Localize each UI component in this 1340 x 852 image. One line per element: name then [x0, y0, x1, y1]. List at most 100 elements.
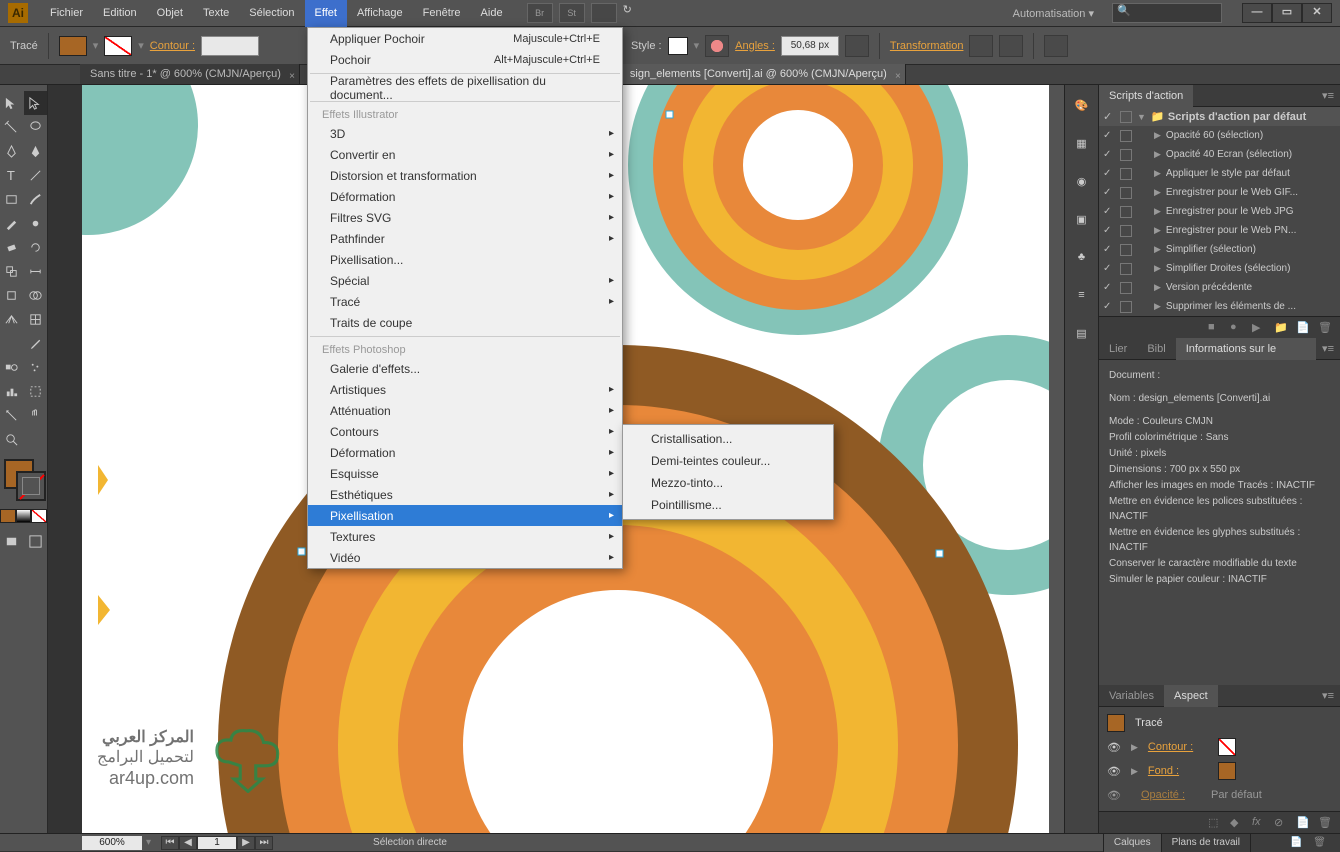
menu-window[interactable]: Fenêtre — [413, 0, 471, 27]
eraser-tool[interactable] — [0, 235, 24, 259]
opacity-icon[interactable] — [705, 35, 729, 57]
menuitem[interactable]: Galerie d'effets... — [308, 358, 622, 379]
stroke-weight-input[interactable] — [201, 36, 259, 56]
print-tiling-tool[interactable] — [24, 427, 48, 451]
stroke-link[interactable]: Contour : — [150, 40, 195, 52]
menuitem[interactable]: Convertir en▸ — [308, 144, 622, 165]
color-mode-solid[interactable] — [0, 509, 16, 523]
duplicate-icon[interactable]: 📄 — [1296, 816, 1310, 830]
width-tool[interactable] — [24, 259, 48, 283]
fill-swatch[interactable] — [59, 36, 87, 56]
perspective-grid-tool[interactable] — [0, 307, 24, 331]
menuitem[interactable]: Artistiques▸ — [308, 379, 622, 400]
pen-tool[interactable] — [0, 139, 24, 163]
stroke-panel-icon[interactable]: ♣ — [1072, 247, 1092, 267]
close-icon[interactable]: × — [289, 67, 295, 87]
symbol-sprayer-tool[interactable] — [24, 355, 48, 379]
menuitem[interactable]: Textures▸ — [308, 526, 622, 547]
opacity-link[interactable]: Opacité : — [1141, 789, 1201, 801]
line-tool[interactable] — [24, 163, 48, 187]
menu-effect[interactable]: Effet — [305, 0, 347, 27]
menu-edit[interactable]: Edition — [93, 0, 147, 27]
menuitem[interactable]: Traits de coupe — [308, 312, 622, 333]
docinfo-tab[interactable]: Informations sur le document — [1176, 338, 1316, 360]
transparency-panel-icon[interactable]: ▤ — [1072, 323, 1092, 343]
minimize-button[interactable]: — — [1242, 3, 1272, 23]
menu-text[interactable]: Texte — [193, 0, 239, 27]
action-item[interactable]: ✓▶Enregistrer pour le Web PN... — [1099, 221, 1340, 240]
direct-selection-tool[interactable] — [24, 91, 48, 115]
next-artboard-button[interactable]: ▶ — [237, 836, 255, 850]
clear-icon[interactable]: ⊘ — [1274, 816, 1288, 830]
menuitem[interactable]: Spécial▸ — [308, 270, 622, 291]
document-tab-1[interactable]: Sans titre - 1* @ 600% (CMJN/Aperçu)× — [80, 64, 300, 84]
magic-wand-tool[interactable] — [0, 115, 24, 139]
aspect-tab[interactable]: Aspect — [1164, 685, 1218, 707]
delete-icon[interactable]: 🗑 — [1318, 816, 1332, 830]
overflow-icon[interactable] — [1044, 35, 1068, 57]
menuitem[interactable]: Pathfinder▸ — [308, 228, 622, 249]
menuitem-apply-last[interactable]: Appliquer PochoirMajuscule+Ctrl+E — [308, 28, 622, 49]
menu-object[interactable]: Objet — [147, 0, 193, 27]
menuitem[interactable]: 3D▸ — [308, 123, 622, 144]
play-icon[interactable]: ▶ — [1252, 321, 1266, 335]
color-mode-gradient[interactable] — [16, 509, 32, 523]
gradient-tool[interactable] — [0, 331, 24, 355]
visibility-icon[interactable]: 👁 — [1107, 765, 1121, 778]
close-icon[interactable]: × — [895, 67, 901, 87]
submenu-item[interactable]: Mezzo-tinto... — [623, 472, 833, 494]
sync-icon[interactable]: ↻ — [623, 3, 649, 23]
type-tool[interactable]: T — [0, 163, 24, 187]
slice-tool[interactable] — [0, 403, 24, 427]
delete-icon[interactable]: 🗑 — [1318, 321, 1332, 335]
menu-view[interactable]: Affichage — [347, 0, 413, 27]
menuitem-raster-settings[interactable]: Paramètres des effets de pixellisation d… — [308, 77, 622, 98]
last-artboard-button[interactable]: ⏭ — [255, 836, 273, 850]
scale-tool[interactable] — [0, 259, 24, 283]
fond-swatch[interactable] — [1218, 762, 1236, 780]
menu-select[interactable]: Sélection — [239, 0, 304, 27]
lasso-tool[interactable] — [24, 115, 48, 139]
color-mode-none[interactable] — [31, 509, 47, 523]
new-folder-icon[interactable]: 📁 — [1274, 321, 1288, 335]
panel-menu-icon[interactable]: ▾≡ — [1316, 89, 1340, 102]
actions-folder[interactable]: ✓▼ 📁 Scripts d'action par défaut — [1099, 107, 1340, 126]
free-transform-tool[interactable] — [0, 283, 24, 307]
vertical-scrollbar[interactable] — [1049, 85, 1064, 833]
layers-tab[interactable]: Calques — [1103, 834, 1161, 852]
panel-menu-icon[interactable]: ▾≡ — [1316, 689, 1340, 702]
paintbrush-tool[interactable] — [24, 187, 48, 211]
menu-file[interactable]: Fichier — [40, 0, 93, 27]
symbols-panel-icon[interactable]: ▣ — [1072, 209, 1092, 229]
color-panel-icon[interactable]: 🎨 — [1072, 95, 1092, 115]
action-item[interactable]: ✓▶Enregistrer pour le Web JPG — [1099, 202, 1340, 221]
transformation-link[interactable]: Transformation — [890, 40, 964, 52]
stroke-swatch[interactable] — [104, 36, 132, 56]
column-graph-tool[interactable] — [0, 379, 24, 403]
prev-artboard-button[interactable]: ◀ — [179, 836, 197, 850]
search-input[interactable]: 🔍 — [1112, 3, 1222, 23]
menuitem[interactable]: Distorsion et transformation▸ — [308, 165, 622, 186]
action-item[interactable]: ✓▶Simplifier (sélection) — [1099, 240, 1340, 259]
action-item[interactable]: ✓▶Supprimer les éléments de ... — [1099, 297, 1340, 316]
action-item[interactable]: ✓▶Version précédente — [1099, 278, 1340, 297]
menuitem[interactable]: Filtres SVG▸ — [308, 207, 622, 228]
actions-tab[interactable]: Scripts d'action — [1099, 85, 1193, 107]
fill-stroke-swatch[interactable] — [0, 457, 47, 505]
libraries-tab[interactable]: Bibl — [1137, 338, 1175, 360]
align-icon[interactable] — [845, 35, 869, 57]
mesh-tool[interactable] — [24, 307, 48, 331]
blob-brush-tool[interactable] — [24, 211, 48, 235]
angles-link[interactable]: Angles : — [735, 40, 775, 52]
menuitem[interactable]: Esthétiques▸ — [308, 484, 622, 505]
workspace-switcher[interactable]: Automatisation ▾ — [1003, 7, 1104, 20]
gradient-panel-icon[interactable]: ≡ — [1072, 285, 1092, 305]
menuitem[interactable]: Déformation▸ — [308, 186, 622, 207]
fond-link[interactable]: Fond : — [1148, 765, 1208, 777]
swatches-panel-icon[interactable]: ▦ — [1072, 133, 1092, 153]
selection-tool[interactable] — [0, 91, 24, 115]
fx-icon[interactable]: fx — [1252, 816, 1266, 830]
submenu-item[interactable]: Cristallisation... — [623, 428, 833, 450]
new-fill-icon[interactable]: ◆ — [1230, 816, 1244, 830]
arrange-icon[interactable] — [591, 3, 617, 23]
